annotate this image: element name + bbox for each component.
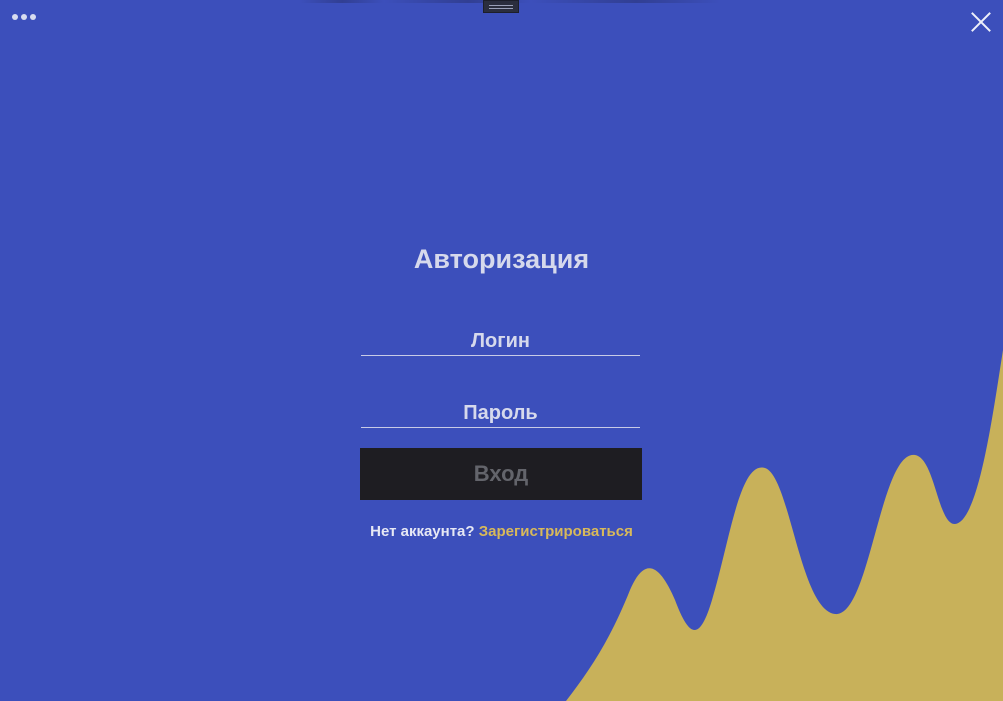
more-dots-icon[interactable]	[12, 14, 36, 20]
login-input[interactable]	[361, 327, 640, 356]
login-button[interactable]: Вход	[360, 448, 642, 500]
register-link[interactable]: Зарегистрироваться	[479, 523, 633, 540]
no-account-text: Нет аккаунта?	[370, 523, 475, 540]
register-prompt: Нет аккаунта? Зарегистрироваться	[0, 523, 1003, 540]
window-drag-handle[interactable]	[483, 0, 519, 13]
page-title: Авторизация	[413, 244, 590, 274]
password-input[interactable]	[361, 399, 640, 428]
close-icon[interactable]	[968, 9, 994, 35]
